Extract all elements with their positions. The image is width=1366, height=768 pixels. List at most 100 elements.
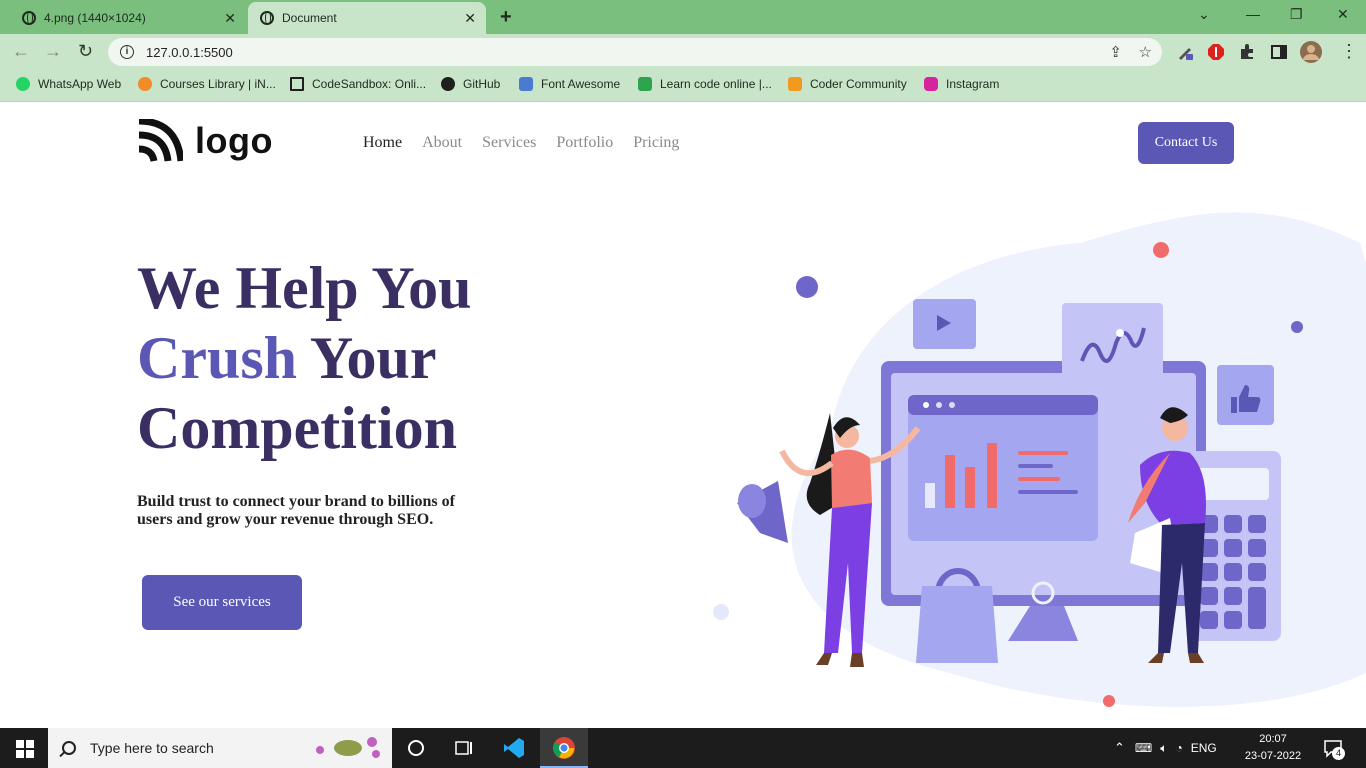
bookmark-label: CodeSandbox: Onli...: [312, 77, 427, 91]
github-icon: [441, 77, 455, 91]
side-panel-icon[interactable]: [1270, 43, 1288, 61]
flag-icon: [519, 77, 533, 91]
notifications-button[interactable]: 4: [1322, 737, 1345, 760]
network-icon[interactable]: ◔: [1175, 741, 1182, 755]
chrome-taskbar-button[interactable]: [540, 728, 588, 768]
analytics-card: [1062, 303, 1163, 383]
task-view-icon[interactable]: [452, 736, 476, 760]
hero-illustration: [713, 212, 1366, 707]
hero-line-3: Competition: [137, 395, 457, 461]
hero-subtitle: Build trust to connect your brand to bil…: [137, 493, 455, 528]
search-highlight-image: [316, 737, 380, 758]
nav-pricing[interactable]: Pricing: [633, 134, 679, 152]
close-window-icon[interactable]: ✕: [1337, 6, 1349, 23]
extension-pen-icon[interactable]: [1176, 43, 1194, 61]
see-services-button[interactable]: See our services: [142, 575, 302, 630]
menu-kebab-icon[interactable]: ⋮: [1340, 42, 1358, 60]
decor-dot: [796, 276, 818, 298]
bookmark-courses[interactable]: Courses Library | iN...: [138, 77, 276, 91]
chevron-up-icon[interactable]: ⌃: [1114, 740, 1125, 756]
keyboard-icon[interactable]: ⌨: [1135, 741, 1152, 755]
browser-toolbar: ← → ↻ i 127.0.0.1:5500 ⇪ ☆ ⋮: [0, 34, 1366, 70]
main-nav: Home About Services Portfolio Pricing: [363, 134, 679, 152]
chrome-icon: [553, 737, 575, 759]
tab-title: 4.png (1440×1024): [44, 11, 146, 25]
minimize-icon[interactable]: —: [1246, 6, 1260, 22]
taskbar-clock[interactable]: 20:07 23-07-2022: [1240, 731, 1306, 765]
globe-icon: [260, 11, 274, 25]
tab-document[interactable]: Document ✕: [248, 2, 486, 34]
windows-taskbar: Type here to search ⌃ ⌨ 🔈︎ ◔ ENG 20:07 2…: [0, 728, 1366, 768]
hero-line-1: We Help You: [137, 255, 472, 321]
bookmark-codesandbox[interactable]: CodeSandbox: Onli...: [290, 77, 426, 91]
tab-search-icon[interactable]: ⌄: [1198, 6, 1210, 23]
share-icon[interactable]: ⇪: [1109, 43, 1122, 61]
address-bar[interactable]: i 127.0.0.1:5500 ⇪ ☆: [108, 38, 1162, 66]
nav-home[interactable]: Home: [363, 134, 402, 152]
system-tray: ⌃ ⌨ 🔈︎ ◔ ENG: [1114, 728, 1217, 768]
bookmark-label: Courses Library | iN...: [160, 77, 276, 91]
restore-icon[interactable]: ❐: [1290, 6, 1303, 23]
globe-icon: [22, 11, 36, 25]
tab-title: Document: [282, 11, 337, 25]
extensions-puzzle-icon[interactable]: [1238, 43, 1256, 61]
url-text[interactable]: 127.0.0.1:5500: [146, 45, 233, 60]
codesandbox-icon: [290, 77, 304, 91]
bookmark-coder-community[interactable]: Coder Community: [788, 77, 907, 91]
bookmark-label: Font Awesome: [541, 77, 621, 91]
bookmark-fontawesome[interactable]: Font Awesome: [519, 77, 620, 91]
bookmark-star-icon[interactable]: ☆: [1139, 43, 1152, 61]
reload-icon[interactable]: ↻: [78, 42, 93, 60]
decor-dot: [713, 604, 729, 620]
site-info-icon[interactable]: i: [120, 45, 134, 59]
close-icon[interactable]: ✕: [464, 10, 476, 27]
bookmark-label: Learn code online |...: [660, 77, 772, 91]
decor-dot: [1291, 321, 1303, 333]
site-logo[interactable]: logo: [137, 119, 273, 163]
bookmark-label: Instagram: [946, 77, 1000, 91]
adblock-icon[interactable]: [1207, 43, 1225, 61]
back-icon[interactable]: ←: [12, 42, 30, 60]
nav-about[interactable]: About: [422, 134, 462, 152]
bookmark-whatsapp[interactable]: WhatsApp Web: [16, 77, 121, 91]
logo-mark-icon: [138, 119, 183, 162]
windows-start-icon[interactable]: [16, 740, 34, 758]
clock-time: 20:07: [1259, 733, 1287, 745]
bookmark-instagram[interactable]: Instagram: [924, 77, 999, 91]
tab-image-preview[interactable]: 4.png (1440×1024) ✕: [8, 2, 246, 34]
browser-tab-bar: 4.png (1440×1024) ✕ Document ✕ + ⌄ — ❐ ✕: [0, 0, 1366, 34]
close-icon[interactable]: ✕: [224, 10, 236, 27]
nav-portfolio[interactable]: Portfolio: [556, 134, 613, 152]
new-tab-button[interactable]: +: [500, 6, 512, 29]
search-placeholder: Type here to search: [90, 740, 214, 756]
notification-count-badge: 4: [1332, 747, 1345, 760]
forward-icon[interactable]: →: [44, 42, 62, 60]
bookmark-github[interactable]: GitHub: [441, 77, 500, 91]
language-indicator[interactable]: ENG: [1191, 741, 1217, 755]
vscode-icon[interactable]: [502, 736, 526, 760]
bookmark-label: GitHub: [463, 77, 501, 91]
instagram-icon: [924, 77, 938, 91]
whatsapp-icon: [16, 77, 30, 91]
contact-us-button[interactable]: Contact Us: [1138, 122, 1234, 164]
decor-dot: [1153, 242, 1169, 258]
courses-icon: [138, 77, 152, 91]
hero-line-2: Your: [297, 325, 437, 391]
web-page: logo Home About Services Portfolio Prici…: [0, 103, 1366, 728]
hero-heading: We Help You Crush Your Competition: [137, 253, 471, 463]
hero-accent-word: Crush: [137, 325, 298, 391]
bookmark-label: WhatsApp Web: [38, 77, 122, 91]
bookmark-learn-code[interactable]: Learn code online |...: [638, 77, 772, 91]
cortana-icon[interactable]: [404, 736, 428, 760]
play-icon: [638, 77, 652, 91]
search-icon: [62, 741, 76, 755]
profile-avatar[interactable]: [1300, 41, 1322, 63]
logo-text: logo: [195, 120, 273, 161]
volume-icon[interactable]: 🔈︎: [1160, 741, 1167, 756]
decor-dot: [1103, 695, 1115, 707]
nav-services[interactable]: Services: [482, 134, 536, 152]
taskbar-search[interactable]: Type here to search: [48, 728, 392, 768]
bookmark-label: Coder Community: [810, 77, 907, 91]
clock-date: 23-07-2022: [1244, 750, 1302, 762]
code-braces-icon: [788, 77, 802, 91]
